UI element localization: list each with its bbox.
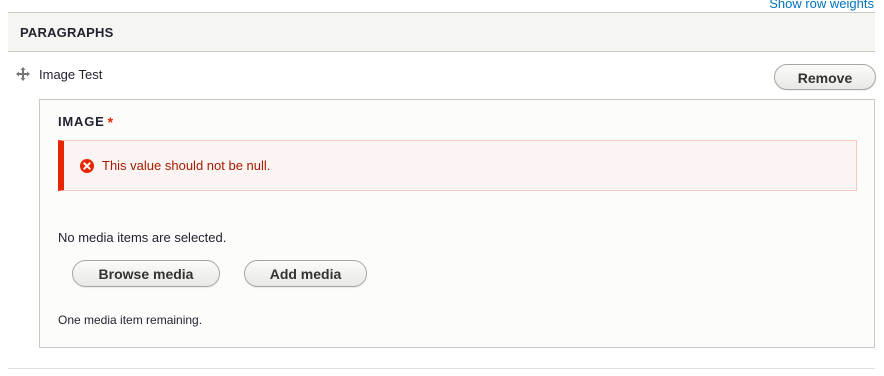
error-message-box: This value should not be null. xyxy=(58,140,857,191)
add-media-button[interactable]: Add media xyxy=(244,260,367,287)
no-media-selected-text: No media items are selected. xyxy=(58,230,227,245)
image-field-label: IMAGE * xyxy=(58,114,114,130)
media-remaining-text: One media item remaining. xyxy=(58,313,203,327)
remove-button[interactable]: Remove xyxy=(774,64,876,90)
error-x-circle-icon xyxy=(80,159,94,173)
required-marker: * xyxy=(107,114,114,130)
paragraphs-header-label: PARAGRAPHS xyxy=(20,25,114,40)
show-row-weights-link[interactable]: Show row weights xyxy=(769,0,874,11)
error-message-text: This value should not be null. xyxy=(102,158,271,173)
drag-handle-icon[interactable] xyxy=(16,67,30,81)
paragraphs-widget: Show row weights PARAGRAPHS Image Test R… xyxy=(0,0,884,376)
paragraph-subform: IMAGE * This value should not be null. No… xyxy=(39,99,875,348)
image-field-label-text: IMAGE xyxy=(58,114,105,129)
browse-media-button[interactable]: Browse media xyxy=(72,260,220,287)
bottom-divider xyxy=(8,368,875,369)
paragraphs-table-header: PARAGRAPHS xyxy=(8,12,875,52)
paragraph-title: Image Test xyxy=(39,67,103,82)
